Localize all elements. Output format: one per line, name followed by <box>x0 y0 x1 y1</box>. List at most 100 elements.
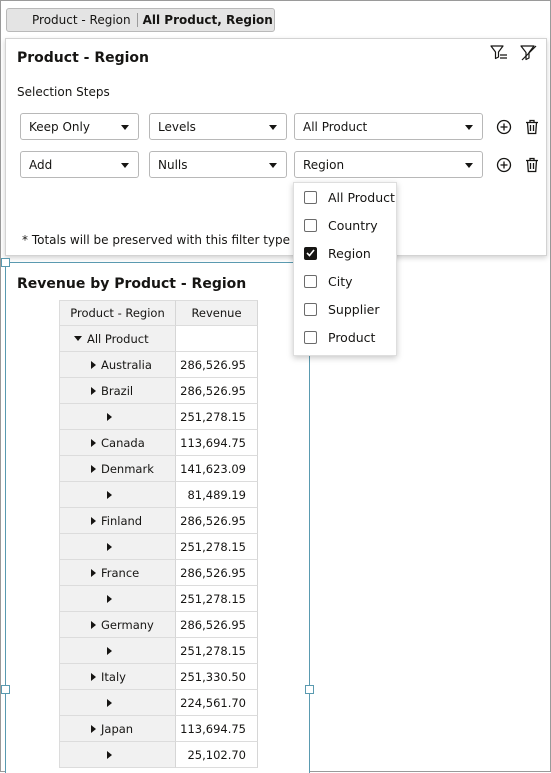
step2-action-value: Add <box>29 157 53 172</box>
chevron-down-icon <box>269 163 277 168</box>
row-header-cell[interactable]: Canada <box>59 430 176 456</box>
table-row: Finland 286,526.95 <box>59 508 258 534</box>
table-row: 25,102.70 <box>59 742 258 768</box>
table-row: 251,278.15 <box>59 534 258 560</box>
expand-icon[interactable] <box>91 516 96 525</box>
dropdown-option[interactable]: All Product <box>294 183 396 211</box>
add-step-icon[interactable] <box>495 156 513 174</box>
expand-icon[interactable] <box>91 464 96 473</box>
expand-icon[interactable] <box>91 724 96 733</box>
step1-action-value: Keep Only <box>29 119 90 134</box>
expand-icon[interactable] <box>107 542 112 551</box>
row-header-cell[interactable]: Italy <box>59 664 176 690</box>
totals-note: * Totals will be preserved with this fil… <box>22 233 291 247</box>
delete-step-icon[interactable] <box>523 118 541 136</box>
filter-options-icon[interactable] <box>490 45 508 61</box>
revenue-cell: 113,694.75 <box>176 716 258 742</box>
dropdown-option-label: Product <box>328 329 376 345</box>
row-header-cell[interactable] <box>59 404 176 430</box>
row-header-cell[interactable]: France <box>59 560 176 586</box>
revenue-cell <box>176 326 258 352</box>
expand-icon[interactable] <box>91 568 96 577</box>
dropdown-option[interactable]: Country <box>294 211 396 239</box>
revenue-cell: 25,102.70 <box>176 742 258 768</box>
row-label: Finland <box>101 513 143 528</box>
checkbox-checked-icon[interactable] <box>304 246 317 260</box>
step2-method-select[interactable]: Nulls <box>149 151 287 178</box>
row-header-cell[interactable]: All Product <box>59 326 176 352</box>
row-header-cell[interactable]: Australia <box>59 352 176 378</box>
revenue-cell: 251,278.15 <box>176 638 258 664</box>
expand-icon[interactable] <box>107 490 112 499</box>
row-label: Italy <box>101 669 126 684</box>
step2-value-value: Region <box>303 157 345 172</box>
dropdown-option-label: City <box>328 273 353 289</box>
dropdown-option[interactable]: Supplier <box>294 295 396 323</box>
row-header-cell[interactable]: Brazil <box>59 378 176 404</box>
row-header-cell[interactable] <box>59 742 176 768</box>
row-header-cell[interactable]: Germany <box>59 612 176 638</box>
chevron-down-icon <box>465 125 473 130</box>
expand-icon[interactable] <box>91 360 96 369</box>
row-header-cell[interactable]: Denmark <box>59 456 176 482</box>
revenue-cell: 286,526.95 <box>176 378 258 404</box>
expand-icon[interactable] <box>107 412 112 421</box>
step1-method-select[interactable]: Levels <box>149 113 287 140</box>
step2-action-select[interactable]: Add <box>20 151 139 178</box>
dropdown-option[interactable]: City <box>294 267 396 295</box>
expand-icon[interactable] <box>91 438 96 447</box>
filter-pill-value: All Product, Region <box>142 13 273 27</box>
table-row: 224,561.70 <box>59 690 258 716</box>
row-header-cell[interactable] <box>59 638 176 664</box>
row-header-cell[interactable] <box>59 690 176 716</box>
expand-icon[interactable] <box>107 750 112 759</box>
filter-pill-name: Product - Region <box>7 13 138 27</box>
revenue-cell: 81,489.19 <box>176 482 258 508</box>
pivot-table: Product - Region Revenue All Product Aust… <box>59 300 258 768</box>
step1-value-select[interactable]: All Product <box>294 113 483 140</box>
row-label: All Product <box>87 331 149 346</box>
row-label: France <box>101 565 140 580</box>
expand-icon[interactable] <box>91 672 96 681</box>
resize-handle[interactable] <box>1 258 10 267</box>
dropdown-option[interactable]: Product <box>294 323 396 351</box>
delete-step-icon[interactable] <box>523 156 541 174</box>
collapse-icon[interactable] <box>74 336 82 341</box>
table-row: 81,489.19 <box>59 482 258 508</box>
column-header-revenue[interactable]: Revenue <box>176 300 258 326</box>
row-header-cell[interactable] <box>59 482 176 508</box>
popup-toolbar <box>490 45 538 61</box>
table-row: 251,278.15 <box>59 404 258 430</box>
table-row: 251,278.15 <box>59 586 258 612</box>
checkbox-icon[interactable] <box>304 218 317 232</box>
expand-icon[interactable] <box>91 386 96 395</box>
report-title: Revenue by Product - Region <box>17 276 247 292</box>
checkbox-icon[interactable] <box>304 330 317 344</box>
row-label: Canada <box>101 435 145 450</box>
clear-filter-icon[interactable] <box>520 45 538 61</box>
column-header-product-region[interactable]: Product - Region <box>59 300 176 326</box>
step1-action-select[interactable]: Keep Only <box>20 113 139 140</box>
revenue-cell: 286,526.95 <box>176 508 258 534</box>
step2-value-select[interactable]: Region <box>294 151 483 178</box>
expand-icon[interactable] <box>107 594 112 603</box>
table-row: Denmark 141,623.09 <box>59 456 258 482</box>
resize-handle[interactable] <box>1 685 10 694</box>
row-label: Denmark <box>101 461 154 476</box>
checkbox-icon[interactable] <box>304 302 317 316</box>
expand-icon[interactable] <box>91 620 96 629</box>
expand-icon[interactable] <box>107 698 112 707</box>
row-header-cell[interactable]: Finland <box>59 508 176 534</box>
row-header-cell[interactable] <box>59 586 176 612</box>
expand-icon[interactable] <box>107 646 112 655</box>
filter-pill[interactable]: Product - Region All Product, Region <box>6 8 275 32</box>
checkbox-icon[interactable] <box>304 190 317 204</box>
resize-handle[interactable] <box>305 685 314 694</box>
checkbox-icon[interactable] <box>304 274 317 288</box>
row-header-cell[interactable]: Japan <box>59 716 176 742</box>
dropdown-option[interactable]: Region <box>294 239 396 267</box>
add-step-icon[interactable] <box>495 118 513 136</box>
row-header-cell[interactable] <box>59 534 176 560</box>
table-row: All Product <box>59 326 258 352</box>
chevron-down-icon <box>121 125 129 130</box>
